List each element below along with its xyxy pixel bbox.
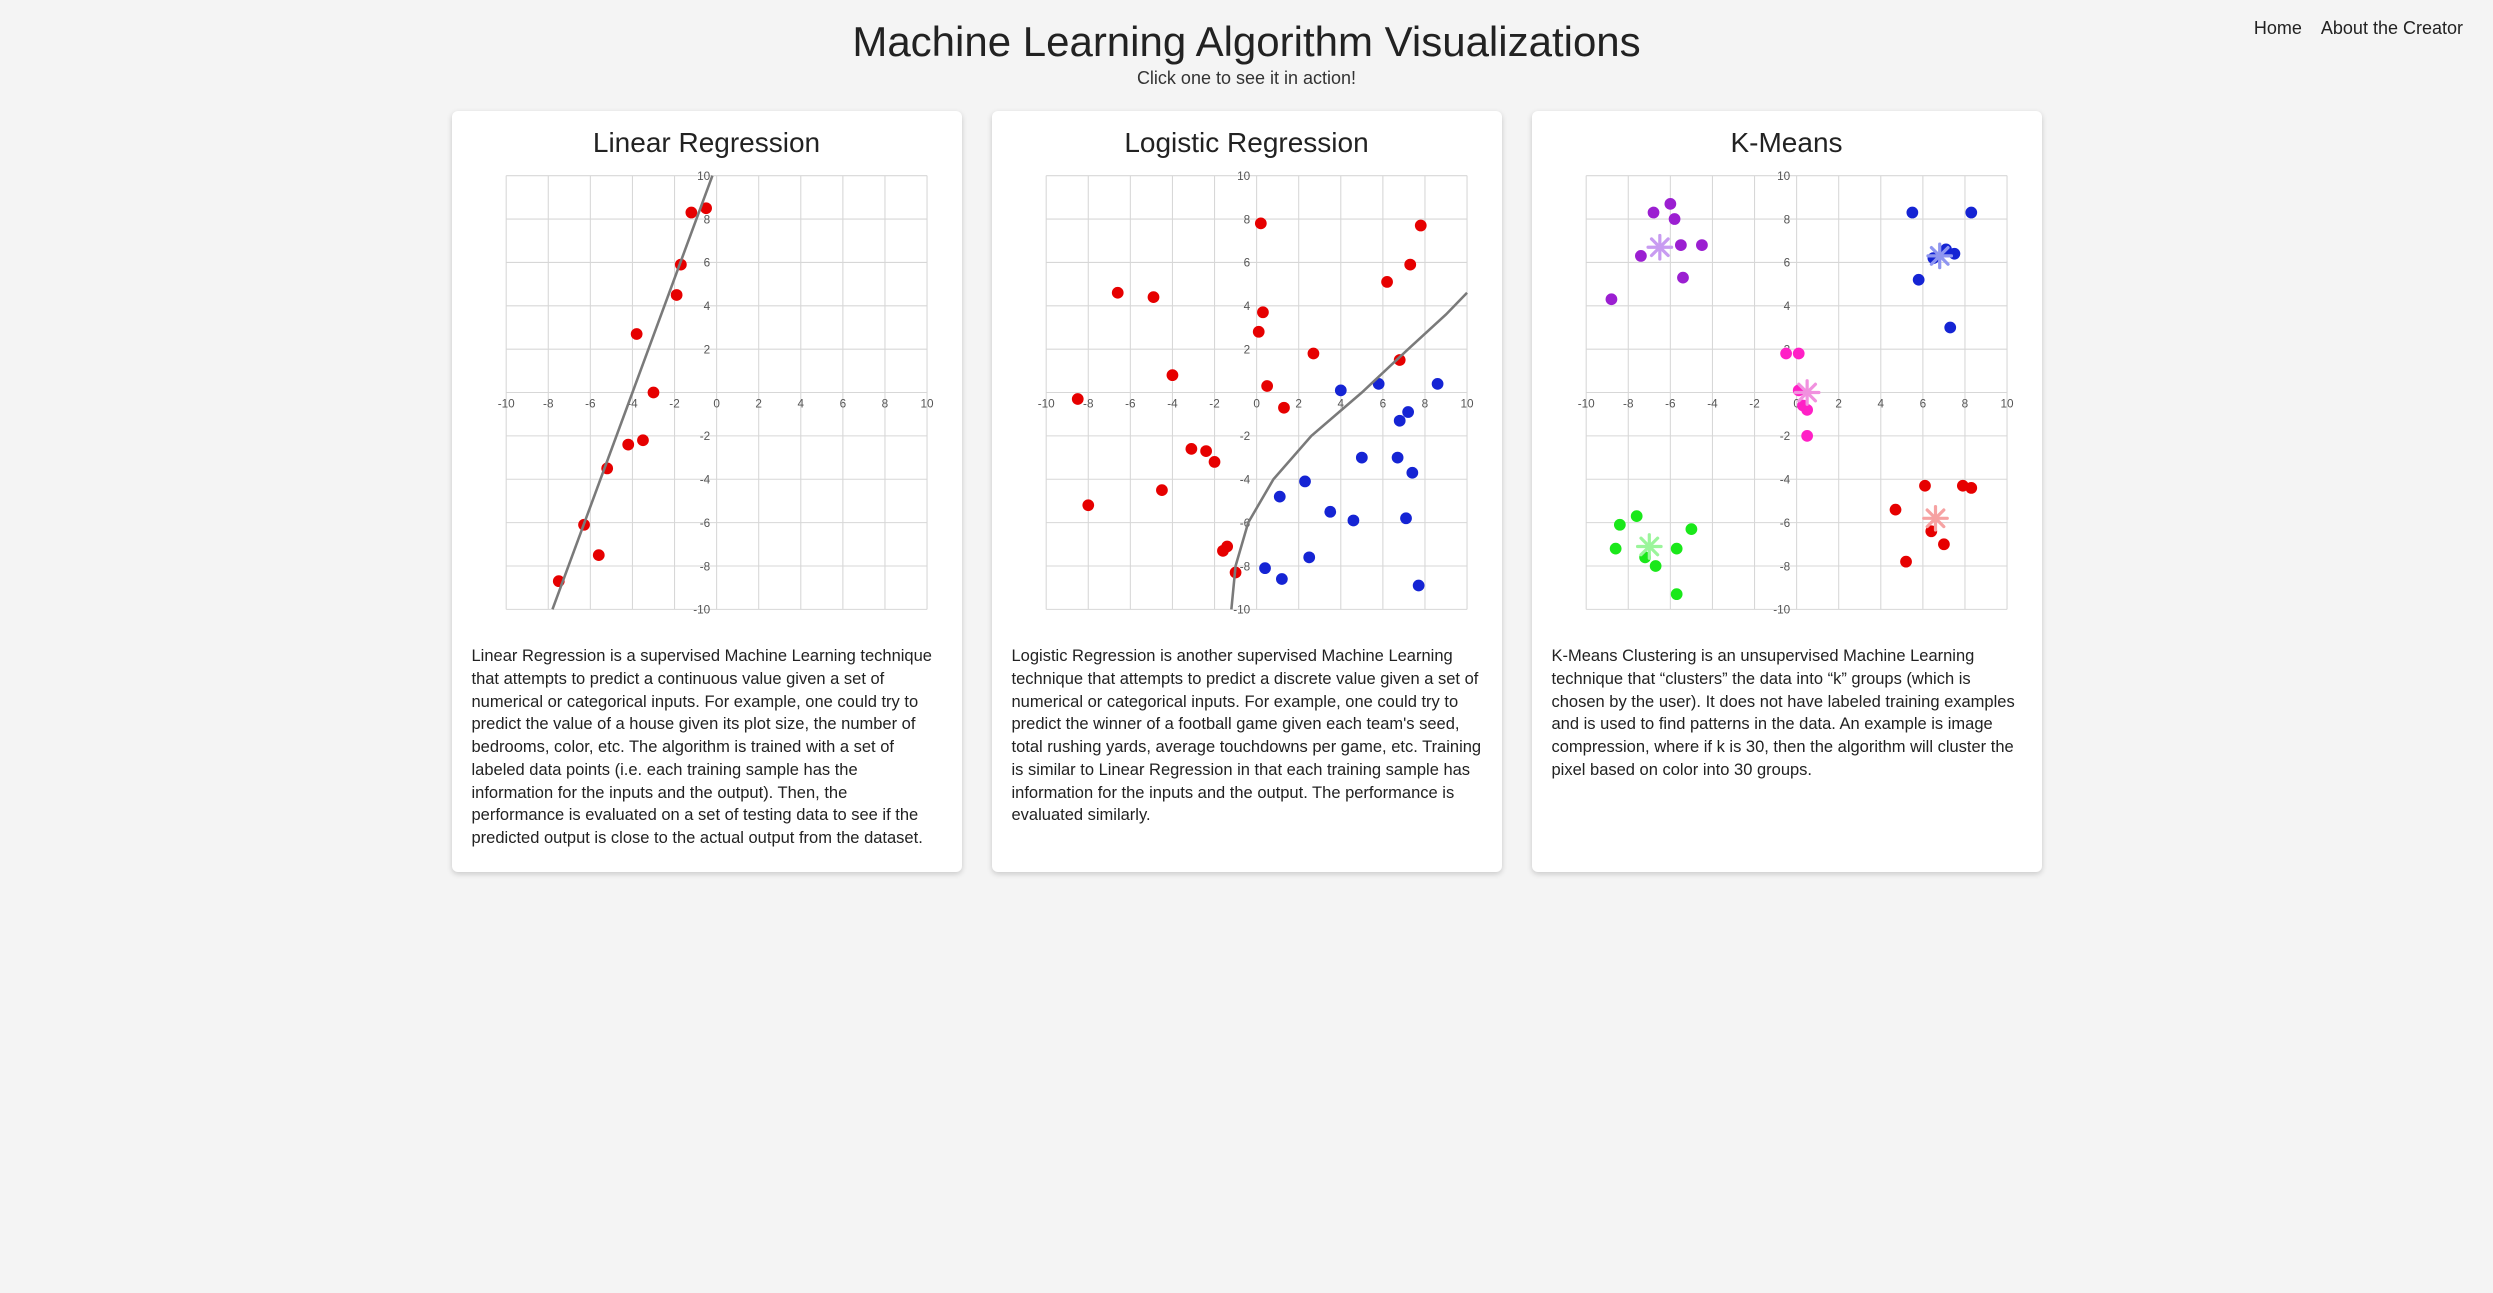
svg-text:4: 4 <box>797 397 804 410</box>
svg-text:-2: -2 <box>1239 430 1249 443</box>
svg-text:8: 8 <box>1961 397 1968 410</box>
svg-text:-2: -2 <box>699 430 709 443</box>
card-kmeans[interactable]: K-Means -10-8-6-4-20246810-10-8-6-4-2246… <box>1532 111 2042 872</box>
svg-text:10: 10 <box>2000 397 2014 410</box>
svg-text:2: 2 <box>1295 397 1302 410</box>
plot-linear-regression: -10-8-6-4-20246810-10-8-6-4-2246810 <box>472 165 942 635</box>
svg-text:2: 2 <box>1835 397 1842 410</box>
svg-text:10: 10 <box>920 397 934 410</box>
svg-text:-2: -2 <box>669 397 679 410</box>
svg-text:-6: -6 <box>1779 517 1790 530</box>
svg-text:6: 6 <box>703 257 710 270</box>
card-description: Linear Regression is a supervised Machin… <box>472 645 942 850</box>
svg-text:-8: -8 <box>1623 397 1634 410</box>
svg-text:6: 6 <box>1919 397 1926 410</box>
card-row: Linear Regression -10 -8 -6 -4 -2 0 2 4 6 8 10 -10 -… <box>40 111 2453 872</box>
nav-about[interactable]: About the Creator <box>2321 18 2463 38</box>
svg-text:6: 6 <box>1243 257 1250 270</box>
svg-text:8: 8 <box>703 213 710 226</box>
svg-text:-8: -8 <box>543 397 554 410</box>
svg-text:6: 6 <box>1783 257 1790 270</box>
svg-text:-10: -10 <box>693 604 710 617</box>
svg-text:4: 4 <box>1877 397 1884 410</box>
page-title: Machine Learning Algorithm Visualization… <box>40 18 2453 66</box>
card-logistic-regression[interactable]: Logistic Regression -10 -8 -6 -4 -2 0 2 4 6 8 10 -1… <box>992 111 1502 872</box>
svg-text:10: 10 <box>697 170 711 183</box>
svg-text:8: 8 <box>1421 397 1428 410</box>
svg-text:-8: -8 <box>1083 397 1094 410</box>
svg-text:-6: -6 <box>699 517 710 530</box>
svg-text:2: 2 <box>1243 343 1250 356</box>
svg-text:10: 10 <box>1237 170 1251 183</box>
svg-text:-4: -4 <box>1167 397 1178 410</box>
svg-text:-10: -10 <box>1037 397 1054 410</box>
plot-kmeans: -10-8-6-4-20246810-10-8-6-4-2246810 <box>1552 165 2022 635</box>
svg-text:4: 4 <box>703 300 710 313</box>
svg-text:6: 6 <box>839 397 846 410</box>
svg-text:6: 6 <box>1379 397 1386 410</box>
svg-text:0: 0 <box>1253 397 1260 410</box>
svg-text:-4: -4 <box>699 474 710 487</box>
nav-home[interactable]: Home <box>2254 18 2302 38</box>
card-title: K-Means <box>1552 127 2022 159</box>
svg-text:-2: -2 <box>1779 430 1789 443</box>
page-subtitle: Click one to see it in action! <box>40 68 2453 89</box>
svg-text:2: 2 <box>755 397 762 410</box>
svg-text:-8: -8 <box>1239 560 1250 573</box>
svg-text:-4: -4 <box>1779 474 1790 487</box>
svg-text:-8: -8 <box>1779 560 1790 573</box>
svg-text:-4: -4 <box>1707 397 1718 410</box>
top-nav: Home About the Creator <box>2240 18 2463 39</box>
card-description: Logistic Regression is another supervise… <box>1012 645 1482 827</box>
svg-text:-8: -8 <box>699 560 710 573</box>
svg-text:8: 8 <box>1783 213 1790 226</box>
card-linear-regression[interactable]: Linear Regression -10 -8 -6 -4 -2 0 2 4 6 8 10 -10 -… <box>452 111 962 872</box>
svg-text:-10: -10 <box>1577 397 1594 410</box>
svg-text:10: 10 <box>1777 170 1791 183</box>
svg-text:-4: -4 <box>1239 474 1250 487</box>
svg-text:-2: -2 <box>1749 397 1759 410</box>
svg-text:8: 8 <box>1243 213 1250 226</box>
svg-text:-6: -6 <box>1665 397 1676 410</box>
card-description: K-Means Clustering is an unsupervised Ma… <box>1552 645 2022 782</box>
svg-text:4: 4 <box>1783 300 1790 313</box>
svg-text:-10: -10 <box>1233 604 1250 617</box>
svg-text:-6: -6 <box>1125 397 1136 410</box>
plot-logistic-regression: -10-8-6-4-20246810-10-8-6-4-2246810 <box>1012 165 1482 635</box>
svg-text:-6: -6 <box>585 397 596 410</box>
card-title: Linear Regression <box>472 127 942 159</box>
svg-text:-2: -2 <box>1209 397 1219 410</box>
svg-text:8: 8 <box>881 397 888 410</box>
svg-text:10: 10 <box>1460 397 1474 410</box>
svg-text:2: 2 <box>703 343 710 356</box>
svg-text:-10: -10 <box>497 397 514 410</box>
card-title: Logistic Regression <box>1012 127 1482 159</box>
svg-text:4: 4 <box>1243 300 1250 313</box>
svg-text:0: 0 <box>713 397 720 410</box>
svg-text:-10: -10 <box>1773 604 1790 617</box>
